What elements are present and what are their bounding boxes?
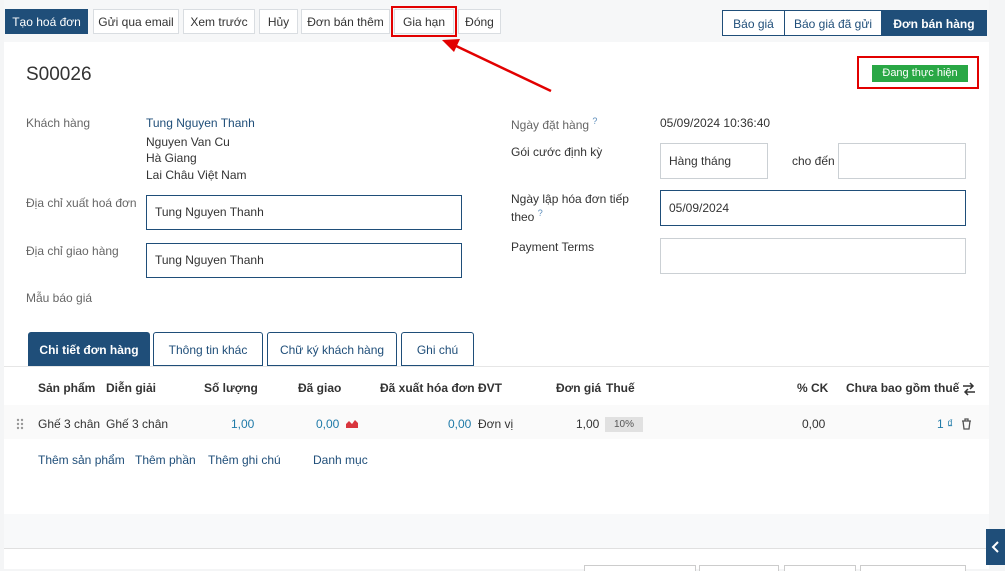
tab-customer-signature[interactable]: Chữ ký khách hàng xyxy=(267,332,397,366)
customer-address-line1: Nguyen Van Cu xyxy=(146,135,230,149)
stage-sales-order[interactable]: Đơn bán hàng xyxy=(881,10,987,36)
create-invoice-button[interactable]: Tạo hoá đơn xyxy=(5,9,88,34)
next-invoice-label-line2: theo ? xyxy=(511,208,543,224)
recurring-plan-field[interactable]: Hàng tháng xyxy=(660,143,768,179)
customer-label: Khách hàng xyxy=(26,116,91,130)
until-label: cho đến xyxy=(792,154,835,168)
order-date-label: Ngày đặt hàng ? xyxy=(511,116,598,132)
quote-template-label: Mẫu báo giá xyxy=(26,291,93,305)
column-settings-icon[interactable] xyxy=(962,382,976,396)
invoice-address-field[interactable]: Tung Nguyen Thanh xyxy=(146,195,462,230)
delivery-address-label: Địa chỉ giao hàng xyxy=(26,244,119,258)
preview-button[interactable]: Xem trước xyxy=(183,9,255,34)
customer-address-line2: Hà Giang xyxy=(146,151,197,165)
help-icon[interactable]: ? xyxy=(592,116,597,126)
order-number: S00026 xyxy=(26,64,92,85)
status-badge: Đang thực hiện xyxy=(872,65,968,82)
sale-order-form: Tạo hoá đơn Gửi qua email Xem trước Hủy … xyxy=(4,0,989,571)
add-product-link[interactable]: Thêm sản phẩm xyxy=(38,453,125,467)
tab-other-info[interactable]: Thông tin khác xyxy=(153,332,263,366)
side-panel-toggle[interactable] xyxy=(986,529,1005,565)
forecast-chart-icon[interactable] xyxy=(345,418,359,429)
col-uom[interactable]: ĐVT xyxy=(478,381,502,395)
renew-highlight-box xyxy=(391,6,457,37)
cancel-button[interactable]: Hủy xyxy=(259,9,298,34)
row-invoiced: 0,00 xyxy=(448,417,472,431)
tab-divider xyxy=(4,366,989,367)
col-unit-price[interactable]: Đơn giá xyxy=(556,381,601,395)
section-divider xyxy=(4,548,989,549)
col-quantity[interactable]: Số lượng xyxy=(204,381,258,395)
empty-row xyxy=(4,514,989,548)
row-unit-price: 1,00 xyxy=(576,417,600,431)
end-date-field[interactable] xyxy=(838,143,966,179)
row-subtotal: 1 ₫ xyxy=(937,417,954,431)
close-button[interactable]: Đóng xyxy=(458,9,501,34)
add-note-link[interactable]: Thêm ghi chú xyxy=(208,453,281,467)
recurring-plan-label: Gói cước định kỳ xyxy=(511,145,603,159)
trash-icon[interactable] xyxy=(961,418,972,430)
payment-terms-label: Payment Terms xyxy=(511,240,595,254)
annotation-arrow-icon xyxy=(442,39,552,93)
footer-button[interactable] xyxy=(784,565,856,571)
next-invoice-date-field[interactable]: 05/09/2024 xyxy=(660,190,966,226)
row-description: Ghế 3 chân xyxy=(106,417,169,431)
col-invoiced[interactable]: Đã xuất hóa đơn xyxy=(380,381,475,395)
drag-handle-icon[interactable] xyxy=(16,418,24,430)
row-product: Ghế 3 chân xyxy=(38,417,101,431)
col-delivered[interactable]: Đã giao xyxy=(298,381,341,395)
row-quantity: 1,00 xyxy=(231,417,255,431)
col-tax[interactable]: Thuế xyxy=(606,381,635,395)
invoice-address-label: Địa chỉ xuất hoá đơn xyxy=(26,196,137,210)
help-icon[interactable]: ? xyxy=(538,208,543,218)
row-tax-badge: 10% xyxy=(605,417,643,432)
customer-address-line3: Lai Châu Việt Nam xyxy=(146,168,247,182)
add-section-link[interactable]: Thêm phần xyxy=(135,453,196,467)
stage-quotation-sent[interactable]: Báo giá đã gửi xyxy=(784,10,882,36)
tab-notes[interactable]: Ghi chú xyxy=(401,332,474,366)
row-uom: Đơn vị xyxy=(478,417,514,431)
chevron-left-icon xyxy=(991,541,999,553)
col-product[interactable]: Sản phẩm xyxy=(38,381,95,395)
col-subtotal[interactable]: Chưa bao gồm thuế xyxy=(846,381,959,395)
row-delivered: 0,00 xyxy=(316,417,340,431)
upsell-button[interactable]: Đơn bán thêm xyxy=(301,9,390,34)
stage-quotation[interactable]: Báo giá xyxy=(722,10,785,36)
delivery-address-field[interactable]: Tung Nguyen Thanh xyxy=(146,243,462,278)
tab-order-lines[interactable]: Chi tiết đơn hàng xyxy=(28,332,150,366)
footer-button[interactable] xyxy=(584,565,696,571)
payment-terms-field[interactable] xyxy=(660,238,966,274)
row-discount: 0,00 xyxy=(802,417,826,431)
order-date-value: 05/09/2024 10:36:40 xyxy=(660,116,771,130)
footer-button[interactable] xyxy=(699,565,779,571)
col-description[interactable]: Diễn giải xyxy=(106,381,156,395)
footer-button[interactable] xyxy=(860,565,966,571)
customer-name-link[interactable]: Tung Nguyen Thanh xyxy=(146,116,255,130)
send-email-button[interactable]: Gửi qua email xyxy=(93,9,179,34)
next-invoice-label-line1: Ngày lập hóa đơn tiếp xyxy=(511,192,629,206)
col-discount[interactable]: % CK xyxy=(797,381,828,395)
catalog-link[interactable]: Danh mục xyxy=(313,453,368,467)
